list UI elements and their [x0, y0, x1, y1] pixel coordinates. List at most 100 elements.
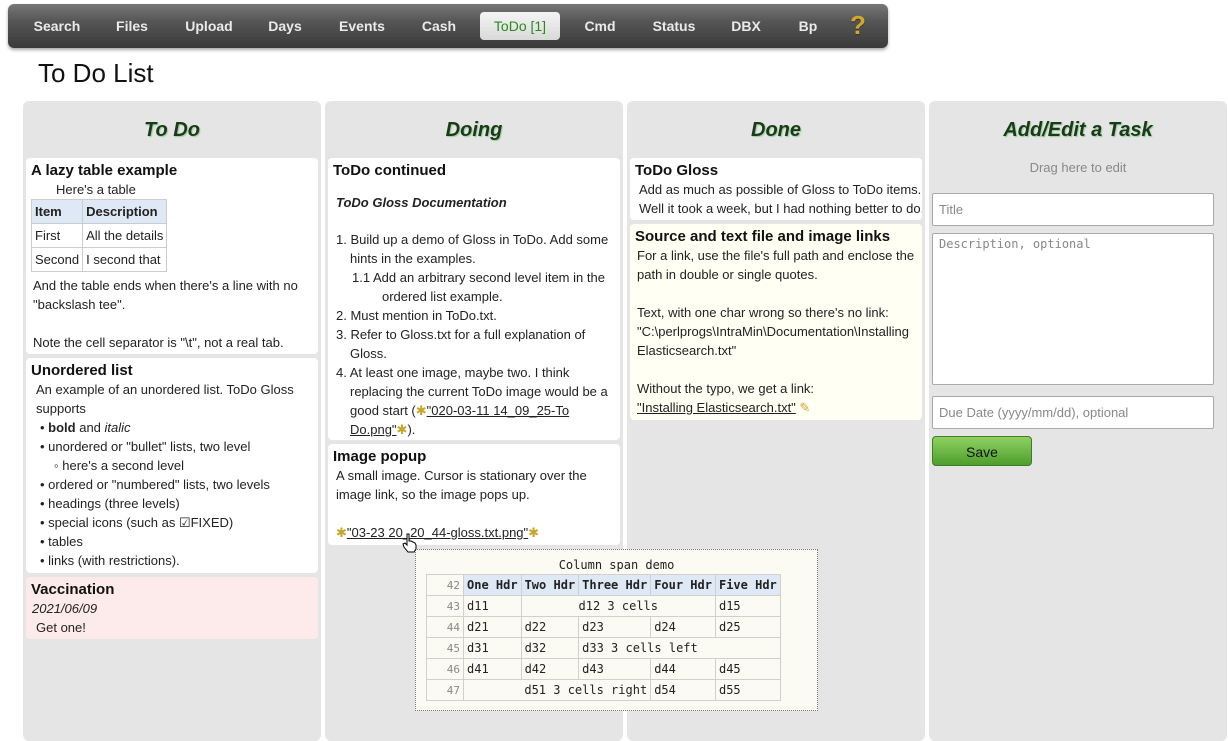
card-text: And the table ends when there's a line w…: [33, 278, 298, 293]
card-title: ToDo Gloss: [635, 162, 719, 179]
list-item: Do.png"✱).: [350, 422, 415, 438]
image-link[interactable]: Do.png": [350, 422, 397, 437]
bold-text: bold: [48, 420, 76, 435]
list-item: Gloss.: [350, 346, 387, 361]
card-text: path in double or single quotes.: [637, 267, 818, 282]
hand-cursor-icon: [402, 533, 417, 553]
nav-days[interactable]: Days: [256, 12, 314, 40]
table-cell: d12 3 cells: [520, 595, 716, 617]
table-cell: d24: [650, 616, 716, 638]
column-title-done: Done: [751, 119, 801, 141]
card-text: image link, so the image pops up.: [336, 487, 530, 502]
image-link-row: ✱"03-23 20_20_44-gloss.txt.png"✱: [336, 525, 539, 541]
nav-cmd[interactable]: Cmd: [572, 12, 628, 40]
table-header: Three Hdr: [578, 574, 652, 596]
description-textarea[interactable]: Description, optional: [932, 233, 1214, 385]
table-header: Four Hdr: [650, 574, 716, 596]
list-item: 2. Must mention in ToDo.txt.: [336, 308, 497, 323]
card-todo-continued[interactable]: ToDo continued ToDo Gloss Documentation …: [328, 158, 620, 440]
list-text: and: [75, 420, 105, 435]
card-image-popup[interactable]: Image popup A small image. Cursor is sta…: [328, 444, 620, 545]
title-input[interactable]: Title: [932, 193, 1214, 226]
card-text: Here's a table: [56, 182, 136, 197]
edit-pencil-icon[interactable]: ✎: [799, 400, 810, 415]
table-cell: d44: [650, 658, 716, 680]
card-vaccination[interactable]: Vaccination 2021/06/09 Get one!: [26, 577, 318, 639]
card-text: Get one!: [36, 620, 86, 635]
table-cell: d32: [520, 637, 580, 659]
card-text: Add as much as possible of Gloss to ToDo…: [639, 182, 922, 197]
table-cell: d43: [578, 658, 652, 680]
table-header: Two Hdr: [520, 574, 580, 596]
table-cell: d55: [714, 679, 781, 701]
card-title: Unordered list: [31, 362, 133, 379]
card-title: Source and text file and image links: [635, 228, 891, 245]
column-title-doing: Doing: [445, 119, 503, 141]
list-text: special icons (such as ☑FIXED): [48, 515, 234, 530]
list-item: • ordered or "numbered" lists, two level…: [40, 477, 270, 492]
card-text: An example of an unordered list. ToDo Gl…: [36, 382, 294, 397]
list-text: ).: [407, 422, 416, 437]
table-header: Description: [82, 199, 168, 224]
list-item: • unordered or "bullet" lists, two level: [40, 439, 251, 454]
table-cell: d45: [714, 658, 781, 680]
image-link-icon: ✱: [415, 403, 427, 418]
line-number: 42: [426, 574, 464, 596]
list-text: links (with restrictions).: [48, 553, 180, 568]
help-icon[interactable]: ?: [847, 10, 869, 40]
card-text: "backslash tee".: [33, 297, 126, 312]
card-text: Elasticsearch.txt": [637, 343, 737, 358]
image-link[interactable]: "020-03-11 14_09_25-To: [427, 403, 569, 418]
lazy-table: Item Description First All the details S…: [30, 199, 168, 272]
list-item: • bold and italic: [40, 420, 131, 435]
card-title: A lazy table example: [31, 162, 178, 179]
nav-events[interactable]: Events: [326, 12, 398, 40]
drag-hint: Drag here to edit: [1029, 160, 1127, 175]
list-text: headings (three levels): [48, 496, 180, 511]
file-link[interactable]: "Installing Elasticsearch.txt": [637, 400, 796, 415]
image-popup: Column span demo 42 One Hdr Two Hdr Thre…: [415, 549, 818, 711]
table-header: Item: [30, 199, 84, 224]
table-header: One Hdr: [463, 574, 522, 596]
table-cell: d54: [650, 679, 716, 701]
table-cell: I second that: [82, 247, 168, 272]
card-todo-gloss[interactable]: ToDo Gloss Add as much as possible of Gl…: [630, 158, 922, 220]
page-title: To Do List: [38, 58, 154, 88]
list-item: 3. Refer to Gloss.txt for a full explana…: [336, 327, 586, 342]
card-text: Note the cell separator is "\t", not a r…: [33, 335, 284, 350]
nav-status[interactable]: Status: [640, 12, 708, 40]
nav-todo[interactable]: ToDo [1]: [480, 12, 560, 40]
nav-cash[interactable]: Cash: [410, 12, 468, 40]
save-button[interactable]: Save: [932, 436, 1032, 466]
nav-search[interactable]: Search: [24, 12, 90, 40]
image-link-icon: ✱: [528, 525, 540, 540]
column-add-edit: Add/Edit a Task Drag here to edit Title …: [929, 101, 1227, 741]
nav-dbx[interactable]: DBX: [720, 12, 772, 40]
list-item: • special icons (such as ☑FIXED): [40, 515, 234, 530]
table-cell: d51 3 cells right: [462, 679, 652, 701]
table-cell: d23: [578, 616, 652, 638]
card-unordered-list[interactable]: Unordered list An example of an unordere…: [26, 358, 318, 573]
nav-upload[interactable]: Upload: [174, 12, 244, 40]
table-cell: d41: [463, 658, 522, 680]
nav-files[interactable]: Files: [102, 12, 162, 40]
table-cell: d33 3 cells left: [578, 637, 781, 659]
nav-bp[interactable]: Bp: [784, 12, 832, 40]
card-source-links[interactable]: Source and text file and image links For…: [630, 224, 922, 420]
card-text: For a link, use the file's full path and…: [637, 248, 915, 263]
card-text: Well it took a week, but I had nothing b…: [639, 201, 922, 216]
card-lazy-table[interactable]: A lazy table example Here's a table Item…: [26, 158, 318, 354]
list-item: 4. At least one image, maybe two. I thin…: [336, 365, 570, 380]
list-item: 1. Build up a demo of Gloss in ToDo. Add…: [336, 232, 609, 247]
list-text: good start (: [350, 403, 416, 418]
card-title: Image popup: [333, 448, 427, 465]
line-number: 46: [426, 658, 464, 680]
image-link[interactable]: "03-23 20_20_44-gloss.txt.png": [347, 525, 528, 540]
column-span-table: 42 One Hdr Two Hdr Three Hdr Four Hdr Fi…: [426, 574, 781, 701]
table-cell: d42: [520, 658, 580, 680]
table-cell: d11: [463, 595, 522, 617]
due-date-input[interactable]: Due Date (yyyy/mm/dd), optional: [932, 396, 1214, 429]
list-item: replacing the current ToDo image would b…: [350, 384, 608, 399]
list-text: unordered or "bullet" lists, two level: [48, 439, 251, 454]
file-link-row: "Installing Elasticsearch.txt" ✎: [637, 400, 810, 416]
